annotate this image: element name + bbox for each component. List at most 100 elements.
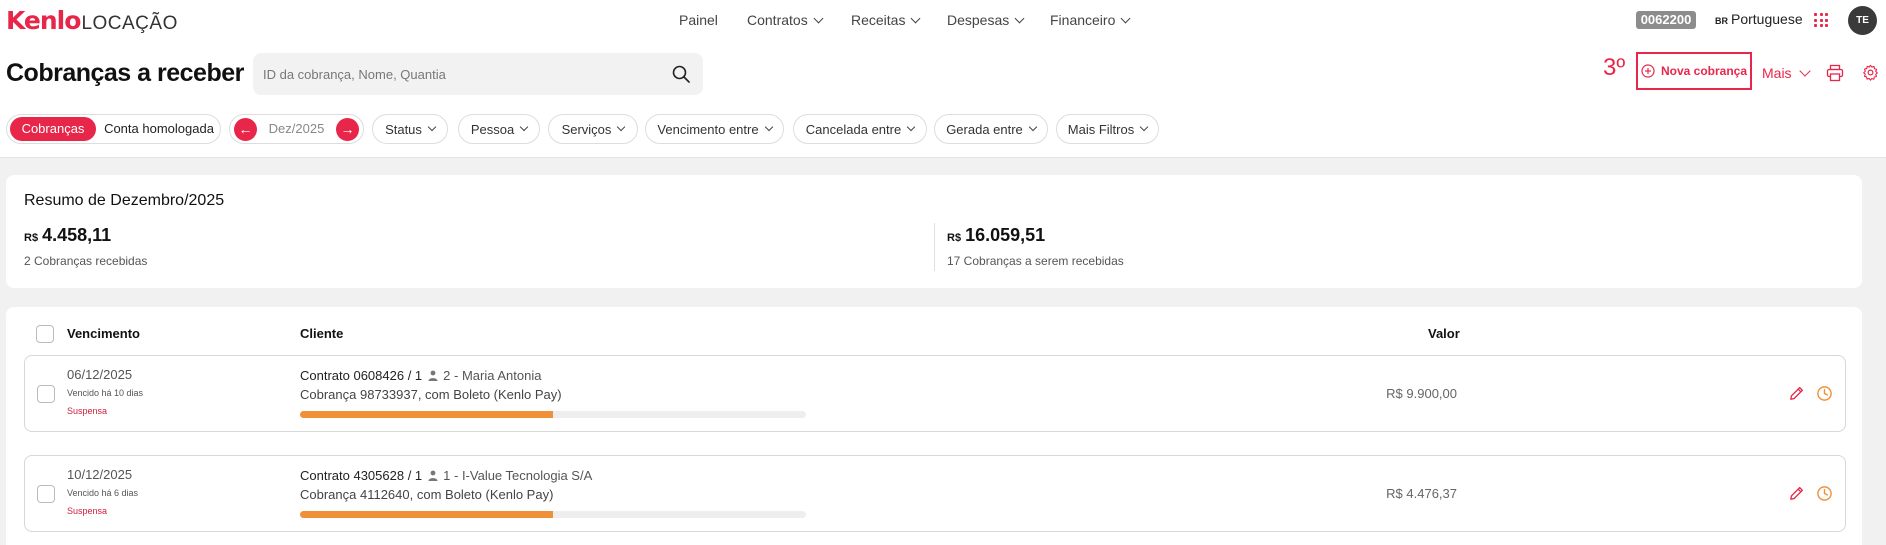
row-checkbox[interactable]	[37, 485, 55, 503]
user-avatar[interactable]: TE	[1848, 6, 1877, 35]
person-name: 2 - Maria Antonia	[443, 368, 542, 383]
search-icon[interactable]	[671, 64, 691, 84]
print-icon[interactable]	[1826, 64, 1844, 82]
summary-divider	[934, 223, 935, 271]
kenlo-logo[interactable]: Kenlo LOCAÇÃO	[6, 6, 178, 35]
top-navigation: Kenlo LOCAÇÃO Painel Contratos Receitas …	[0, 0, 1886, 40]
amount-value: 16.059,51	[965, 225, 1046, 245]
filter-mais-filtros[interactable]: Mais Filtros	[1056, 114, 1159, 144]
filter-label: Serviços	[561, 121, 612, 137]
search-input[interactable]	[263, 53, 653, 95]
search-box	[253, 53, 703, 95]
more-label: Mais	[1762, 65, 1792, 81]
overdue-label: Vencido há 6 dias	[67, 488, 139, 498]
filter-vencimento[interactable]: Vencimento entre	[645, 114, 784, 144]
page-title: Cobranças a receber	[6, 59, 244, 87]
more-button[interactable]: Mais	[1762, 64, 1811, 81]
select-all-checkbox[interactable]	[36, 325, 54, 343]
nav-item-painel[interactable]: Painel	[679, 12, 718, 28]
step-label: 3º	[1603, 54, 1626, 81]
filter-cancelada[interactable]: Cancelada entre	[793, 114, 927, 144]
filter-label: Mais Filtros	[1067, 121, 1135, 137]
contract-link[interactable]: Contrato 4305628 / 1	[300, 468, 422, 483]
clock-icon[interactable]	[1816, 485, 1833, 502]
chevron-down-icon	[617, 122, 626, 132]
language-label: Portuguese	[1731, 11, 1803, 27]
gear-icon[interactable]	[1862, 64, 1879, 81]
person-icon	[428, 470, 438, 481]
nav-item-contratos[interactable]: Contratos	[747, 12, 824, 28]
due-date: 06/12/2025	[67, 367, 133, 382]
clock-icon[interactable]	[1816, 385, 1833, 402]
table-row[interactable]: 10/12/2025 Vencido há 6 dias Suspensa Co…	[24, 455, 1846, 532]
column-header-value: Valor	[1428, 326, 1460, 341]
charge-description: Cobrança 4112640, com Boleto (Kenlo Pay)	[300, 487, 554, 502]
chevron-down-icon	[764, 122, 773, 132]
chevron-down-icon	[1139, 122, 1149, 132]
charge-value: R$ 9.900,00	[1386, 386, 1457, 401]
person-icon	[428, 370, 438, 381]
filter-servicos[interactable]: Serviços	[548, 114, 638, 144]
nav-item-financeiro[interactable]: Financeiro	[1050, 12, 1131, 28]
filter-gerada[interactable]: Gerada entre	[934, 114, 1048, 144]
edit-pencil-icon[interactable]	[1788, 385, 1805, 402]
new-charge-button[interactable]: Nova cobrança	[1636, 52, 1752, 90]
charge-value: R$ 4.476,37	[1386, 486, 1457, 501]
column-header-client: Cliente	[300, 326, 344, 341]
filter-label: Vencimento entre	[657, 121, 759, 137]
prev-month-button[interactable]: ←	[234, 118, 257, 141]
row-checkbox[interactable]	[37, 385, 55, 403]
plus-circle-icon	[1641, 64, 1655, 78]
account-code-badge: 0062200	[1636, 11, 1696, 29]
pending-amount: R$ 16.059,51	[947, 225, 1045, 246]
filter-label: Pessoa	[470, 121, 515, 137]
person-name: 1 - I-Value Tecnologia S/A	[443, 468, 593, 483]
language-flag: BR	[1715, 16, 1728, 26]
toggle-conta-homologada[interactable]: Conta homologada	[101, 117, 217, 141]
next-month-button[interactable]: →	[336, 118, 359, 141]
month-selector: Dez/2025 ← →	[229, 114, 364, 144]
overdue-label: Vencido há 10 dias	[67, 388, 144, 398]
filter-status[interactable]: Status	[372, 114, 448, 144]
table-row[interactable]: 06/12/2025 Vencido há 10 dias Suspensa C…	[24, 355, 1846, 432]
chevron-down-icon	[813, 13, 824, 23]
contract-info: Contrato 4305628 / 1 1 - I-Value Tecnolo…	[300, 468, 592, 483]
toggle-cobrancas[interactable]: Cobranças	[10, 117, 96, 141]
progress-fill	[300, 411, 553, 418]
currency-label: R$	[24, 232, 39, 244]
chevron-down-icon	[911, 13, 921, 23]
nav-item-despesas[interactable]: Despesas	[947, 12, 1025, 28]
filter-pessoa[interactable]: Pessoa	[458, 114, 540, 144]
chevron-down-icon	[1798, 64, 1811, 77]
chevron-down-icon	[1120, 13, 1131, 23]
charges-table: Vencimento Cliente Valor 06/12/2025 Venc…	[6, 307, 1862, 545]
payment-progress	[300, 411, 806, 418]
summary-title: Resumo de Dezembro/2025	[24, 192, 225, 209]
nav-label: Receitas	[851, 12, 906, 28]
status-badge: Suspensa	[67, 406, 108, 416]
status-badge: Suspensa	[67, 506, 108, 516]
column-header-due: Vencimento	[67, 326, 140, 341]
received-label: 2 Cobranças recebidas	[24, 254, 148, 268]
payment-progress	[300, 511, 806, 518]
currency-label: R$	[947, 232, 962, 244]
language-selector[interactable]: BR Portuguese	[1715, 11, 1803, 27]
chevron-down-icon	[906, 122, 916, 132]
progress-fill	[300, 511, 553, 518]
filter-label: Gerada entre	[946, 121, 1023, 137]
apps-grid-icon[interactable]	[1814, 13, 1828, 27]
pending-label: 17 Cobranças a serem recebidas	[947, 254, 1124, 268]
chevron-down-icon	[1028, 122, 1038, 132]
due-date: 10/12/2025	[67, 467, 133, 482]
amount-value: 4.458,11	[42, 225, 112, 245]
filter-label: Cancelada entre	[805, 121, 902, 137]
nav-item-receitas[interactable]: Receitas	[851, 12, 921, 28]
chevron-down-icon	[427, 122, 437, 132]
edit-pencil-icon[interactable]	[1788, 485, 1805, 502]
contract-link[interactable]: Contrato 0608426 / 1	[300, 368, 422, 383]
new-charge-label: Nova cobrança	[1660, 64, 1748, 78]
summary-card: Resumo de Dezembro/2025 R$ 4.458,11 2 Cob…	[6, 175, 1862, 288]
contract-info: Contrato 0608426 / 1 2 - Maria Antonia	[300, 368, 541, 383]
logo-main: Kenlo	[6, 6, 81, 35]
view-toggle: Cobranças Conta homologada	[6, 114, 221, 144]
